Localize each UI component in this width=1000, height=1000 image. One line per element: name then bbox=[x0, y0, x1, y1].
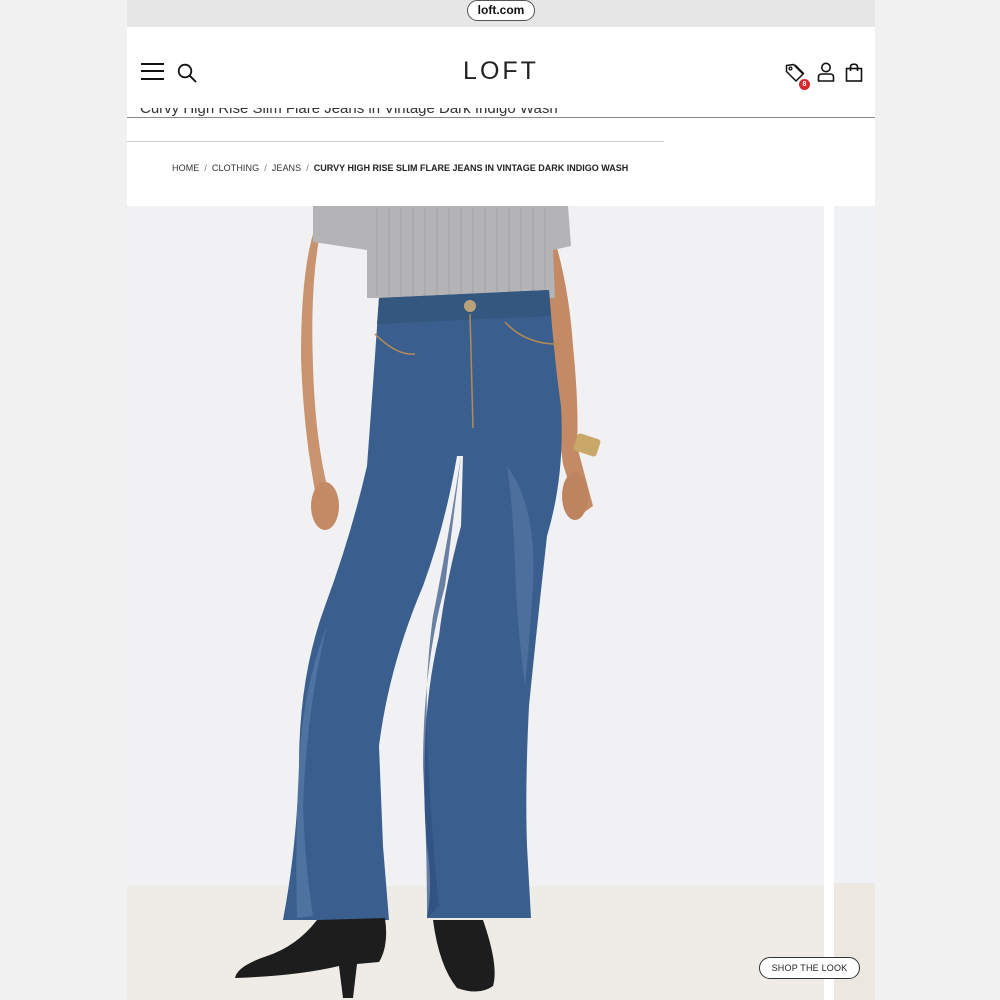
left-background bbox=[0, 0, 127, 1000]
hamburger-menu-icon[interactable] bbox=[141, 62, 164, 81]
divider bbox=[127, 141, 664, 142]
browser-address-bar: loft.com bbox=[127, 0, 875, 27]
product-title-text: Curvy High Rise Slim Flare Jeans in Vint… bbox=[140, 108, 558, 117]
product-title-scrolled: Curvy High Rise Slim Flare Jeans in Vint… bbox=[140, 108, 660, 120]
search-icon[interactable] bbox=[177, 63, 197, 83]
breadcrumb-home[interactable]: HOME bbox=[172, 163, 199, 173]
model-wearing-jeans-illustration bbox=[235, 206, 601, 998]
product-image[interactable] bbox=[127, 206, 824, 1000]
next-product-image-peek[interactable] bbox=[834, 206, 875, 1000]
right-background bbox=[875, 0, 1000, 1000]
user-icon[interactable] bbox=[817, 62, 835, 82]
breadcrumb-separator: / bbox=[204, 163, 207, 173]
shopping-bag-icon[interactable] bbox=[845, 63, 863, 82]
breadcrumb-current: CURVY HIGH RISE SLIM FLARE JEANS IN VINT… bbox=[313, 163, 629, 173]
offers-count-badge: 8 bbox=[799, 79, 810, 90]
breadcrumb-separator: / bbox=[264, 163, 267, 173]
phone-screen: loft.com LOFT 8 Curvy High Rise Slim Fla… bbox=[127, 0, 875, 1000]
image-floor bbox=[834, 883, 875, 1000]
site-header: LOFT 8 bbox=[127, 27, 875, 118]
breadcrumb: HOME / CLOTHING / JEANS / CURVY HIGH RIS… bbox=[172, 162, 628, 174]
breadcrumb-jeans[interactable]: JEANS bbox=[272, 163, 302, 173]
url-display[interactable]: loft.com bbox=[467, 0, 535, 21]
breadcrumb-clothing[interactable]: CLOTHING bbox=[212, 163, 259, 173]
shop-the-look-button[interactable]: SHOP THE LOOK bbox=[759, 957, 860, 979]
loft-logo[interactable]: LOFT bbox=[427, 57, 575, 86]
breadcrumb-separator: / bbox=[306, 163, 309, 173]
